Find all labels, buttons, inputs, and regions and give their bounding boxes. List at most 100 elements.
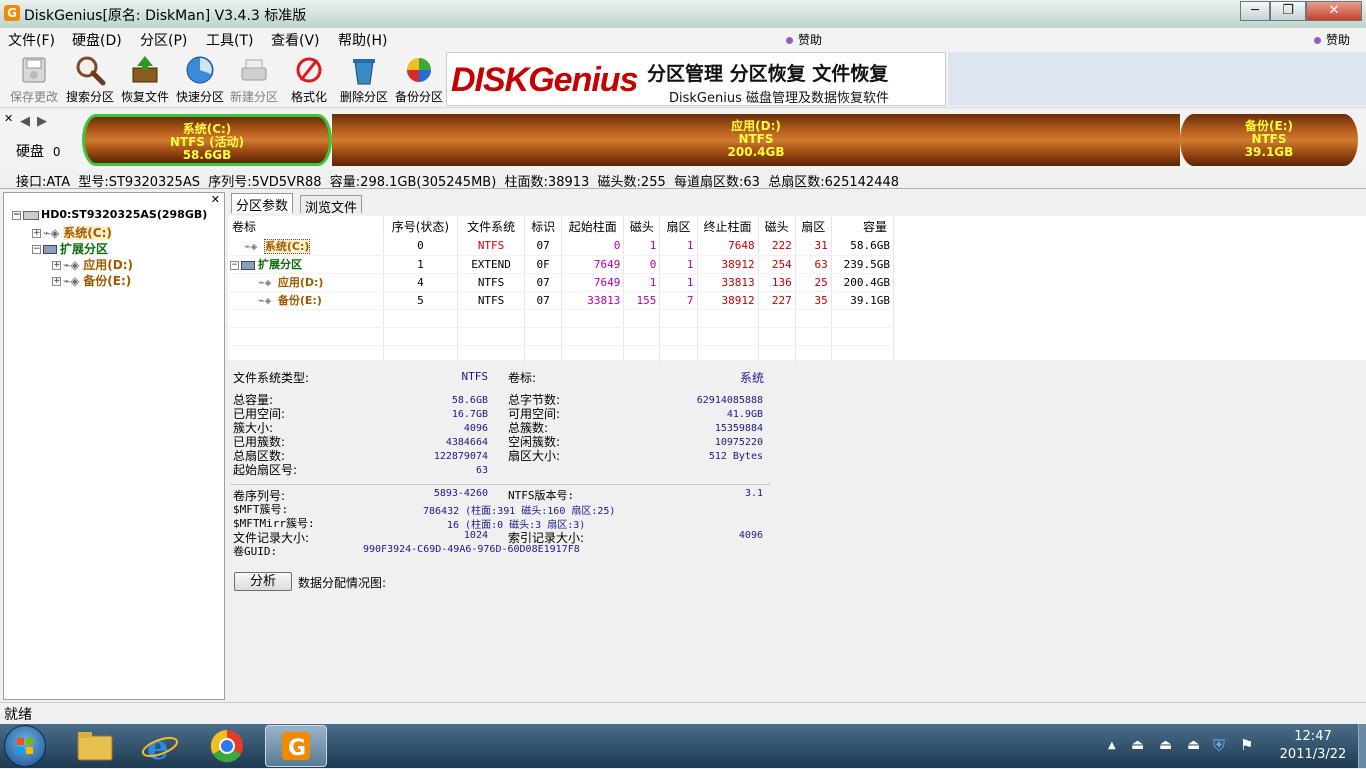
col-start-head[interactable]: 磁头 [623,216,661,237]
cell: 7648 [697,237,759,256]
detail-label: 总扇区数: [233,449,286,463]
partition-icon: ⌁◈ [244,239,258,253]
partition-size: 200.4GB [727,145,785,159]
expand-icon[interactable]: + [52,277,61,286]
backup-partition-button[interactable]: 备份分区 [391,52,447,106]
status-text: 就绪 [4,707,32,723]
col-id[interactable]: 标识 [524,216,563,237]
col-index[interactable]: 序号(状态) [383,216,459,237]
col-start-sector[interactable]: 扇区 [659,216,698,237]
table-row[interactable]: − 扩展分区 1 EXTEND 0F 7649 0 1 38912 254 63 … [228,255,895,274]
table-row-empty [228,345,895,364]
action-center-flag-icon[interactable]: ⚑ [1240,736,1253,754]
delete-partition-button[interactable]: 删除分区 [336,52,392,106]
partition-bar-e[interactable]: 备份(E:) NTFS 39.1GB [1180,114,1358,166]
status-bar: 就绪 [0,702,1366,724]
col-end-sector[interactable]: 扇区 [795,216,832,237]
donate-link-center[interactable]: 赞助 [786,31,822,48]
menu-view[interactable]: 查看(V) [271,30,320,50]
expand-icon[interactable]: + [32,229,41,238]
col-start-cyl[interactable]: 起始柱面 [561,216,625,237]
cell: 155 [623,291,661,310]
tree-disk-node[interactable]: − HD0:ST9320325AS(298GB) [12,208,207,224]
recover-files-button[interactable]: 恢复文件 [117,52,173,106]
donate-link-right[interactable]: 赞助 [1314,31,1350,48]
brand-banner: DISKGenius 分区管理 分区恢复 文件恢复 DiskGenius 磁盘管… [446,52,946,106]
detail-label: 扇区大小: [508,449,561,463]
new-partition-button[interactable]: 新建分区 [226,52,282,106]
taskbar-explorer[interactable] [68,726,122,766]
col-end-head[interactable]: 磁头 [758,216,796,237]
maximize-button[interactable]: ❐ [1270,1,1306,21]
tree-item-extended[interactable]: − 扩展分区 [32,240,108,256]
tree-item-app-d[interactable]: + ⌁◈ 应用(D:) [52,256,133,272]
clock-time: 12:47 [1294,729,1332,744]
tab-partition-params[interactable]: 分区参数 [231,193,294,214]
detail-value: 16.7GB [451,409,488,420]
next-disk-icon[interactable]: ▶ [37,114,47,129]
prev-disk-icon[interactable]: ◀ [20,114,30,129]
cell-label: 备份(E:) [277,294,322,307]
tab-browse-files[interactable]: 浏览文件 [300,195,363,216]
taskbar-chrome[interactable] [200,726,254,766]
table-row[interactable]: ⌁◈ 系统(C:) 0 NTFS 07 0 1 1 7648 222 31 58… [228,237,895,256]
quick-partition-button[interactable]: 快速分区 [172,52,228,106]
taskbar-ie[interactable]: e [133,726,187,768]
cell: 0F [524,255,563,274]
app-icon[interactable]: G [4,5,20,21]
tree-item-system-c[interactable]: + ⌁◈ 系统(C:) [32,224,112,240]
save-changes-button[interactable]: 保存更改 [6,52,62,106]
partition-bar-d[interactable]: 应用(D:) NTFS 200.4GB [332,114,1180,166]
cell: 07 [524,273,563,292]
ntfs-version-value: 3.1 [744,488,763,499]
collapse-icon[interactable]: − [32,245,41,254]
tray-device-icon[interactable]: ⏏ [1159,737,1172,753]
menu-tools[interactable]: 工具(T) [206,30,253,50]
table-row[interactable]: ⌁◈ 应用(D:) 4 NTFS 07 7649 1 1 33813 136 2… [228,273,895,292]
close-panel-icon[interactable]: ✕ [211,193,220,206]
cell: 7649 [561,255,625,274]
cell: 33813 [697,273,759,292]
cell: 33813 [561,291,625,310]
show-desktop-button[interactable] [1358,724,1366,768]
cell: 254 [758,255,796,274]
start-button[interactable] [4,725,46,767]
taskbar-diskgenius[interactable]: G [265,725,327,767]
show-hidden-icons-icon[interactable]: ▲ [1108,740,1116,751]
table-row[interactable]: ⌁◈ 备份(E:) 5 NTFS 07 33813 155 7 38912 22… [228,291,895,310]
disk-tree-panel: ✕ − HD0:ST9320325AS(298GB) + ⌁◈ 系统(C:) − 扩展… [3,192,225,700]
cell: 5 [383,291,459,310]
collapse-icon[interactable]: ✕ [4,112,13,125]
tray-device-icon[interactable]: ⏏ [1187,737,1200,753]
expand-icon[interactable]: + [52,261,61,270]
banner-area [948,52,1366,106]
partition-bar-c[interactable]: 系统(C:) NTFS (活动) 58.6GB [82,114,332,166]
detail-label: 已用空间: [233,407,286,421]
menu-partition[interactable]: 分区(P) [140,30,187,50]
cell: NTFS [457,237,526,256]
menu-disk[interactable]: 硬盘(D) [72,30,122,50]
search-partition-button[interactable]: 搜索分区 [62,52,118,106]
col-capacity[interactable]: 容量 [831,216,895,237]
collapse-icon[interactable]: − [230,260,239,270]
collapse-icon[interactable]: − [12,210,21,220]
chrome-icon [210,729,243,763]
col-end-cyl[interactable]: 终止柱面 [697,216,759,237]
minimize-button[interactable]: ─ [1240,1,1270,21]
security-shield-icon[interactable]: ⛨ [1213,736,1225,756]
col-label[interactable]: 卷标 [228,216,384,237]
svg-text:e: e [147,728,169,766]
menu-file[interactable]: 文件(F) [8,30,55,50]
cell: 222 [758,237,796,256]
col-fs[interactable]: 文件系统 [457,216,526,237]
taskbar-clock[interactable]: 12:47 2011/3/22 [1268,728,1358,764]
format-button[interactable]: 格式化 [281,52,337,106]
menu-help[interactable]: 帮助(H) [338,30,387,50]
cell: 0 [561,237,625,256]
tree-item-backup-e[interactable]: + ⌁◈ 备份(E:) [52,272,131,288]
close-button[interactable]: ✕ [1306,1,1362,21]
cell: 200.4GB [831,273,895,292]
disk-info-line: 接口:ATA 型号:ST9320325AS 序列号:5VD5VR88 容量:29… [0,169,1366,190]
tray-device-icon[interactable]: ⏏ [1131,737,1144,753]
analyze-button[interactable]: 分析 [234,572,292,591]
